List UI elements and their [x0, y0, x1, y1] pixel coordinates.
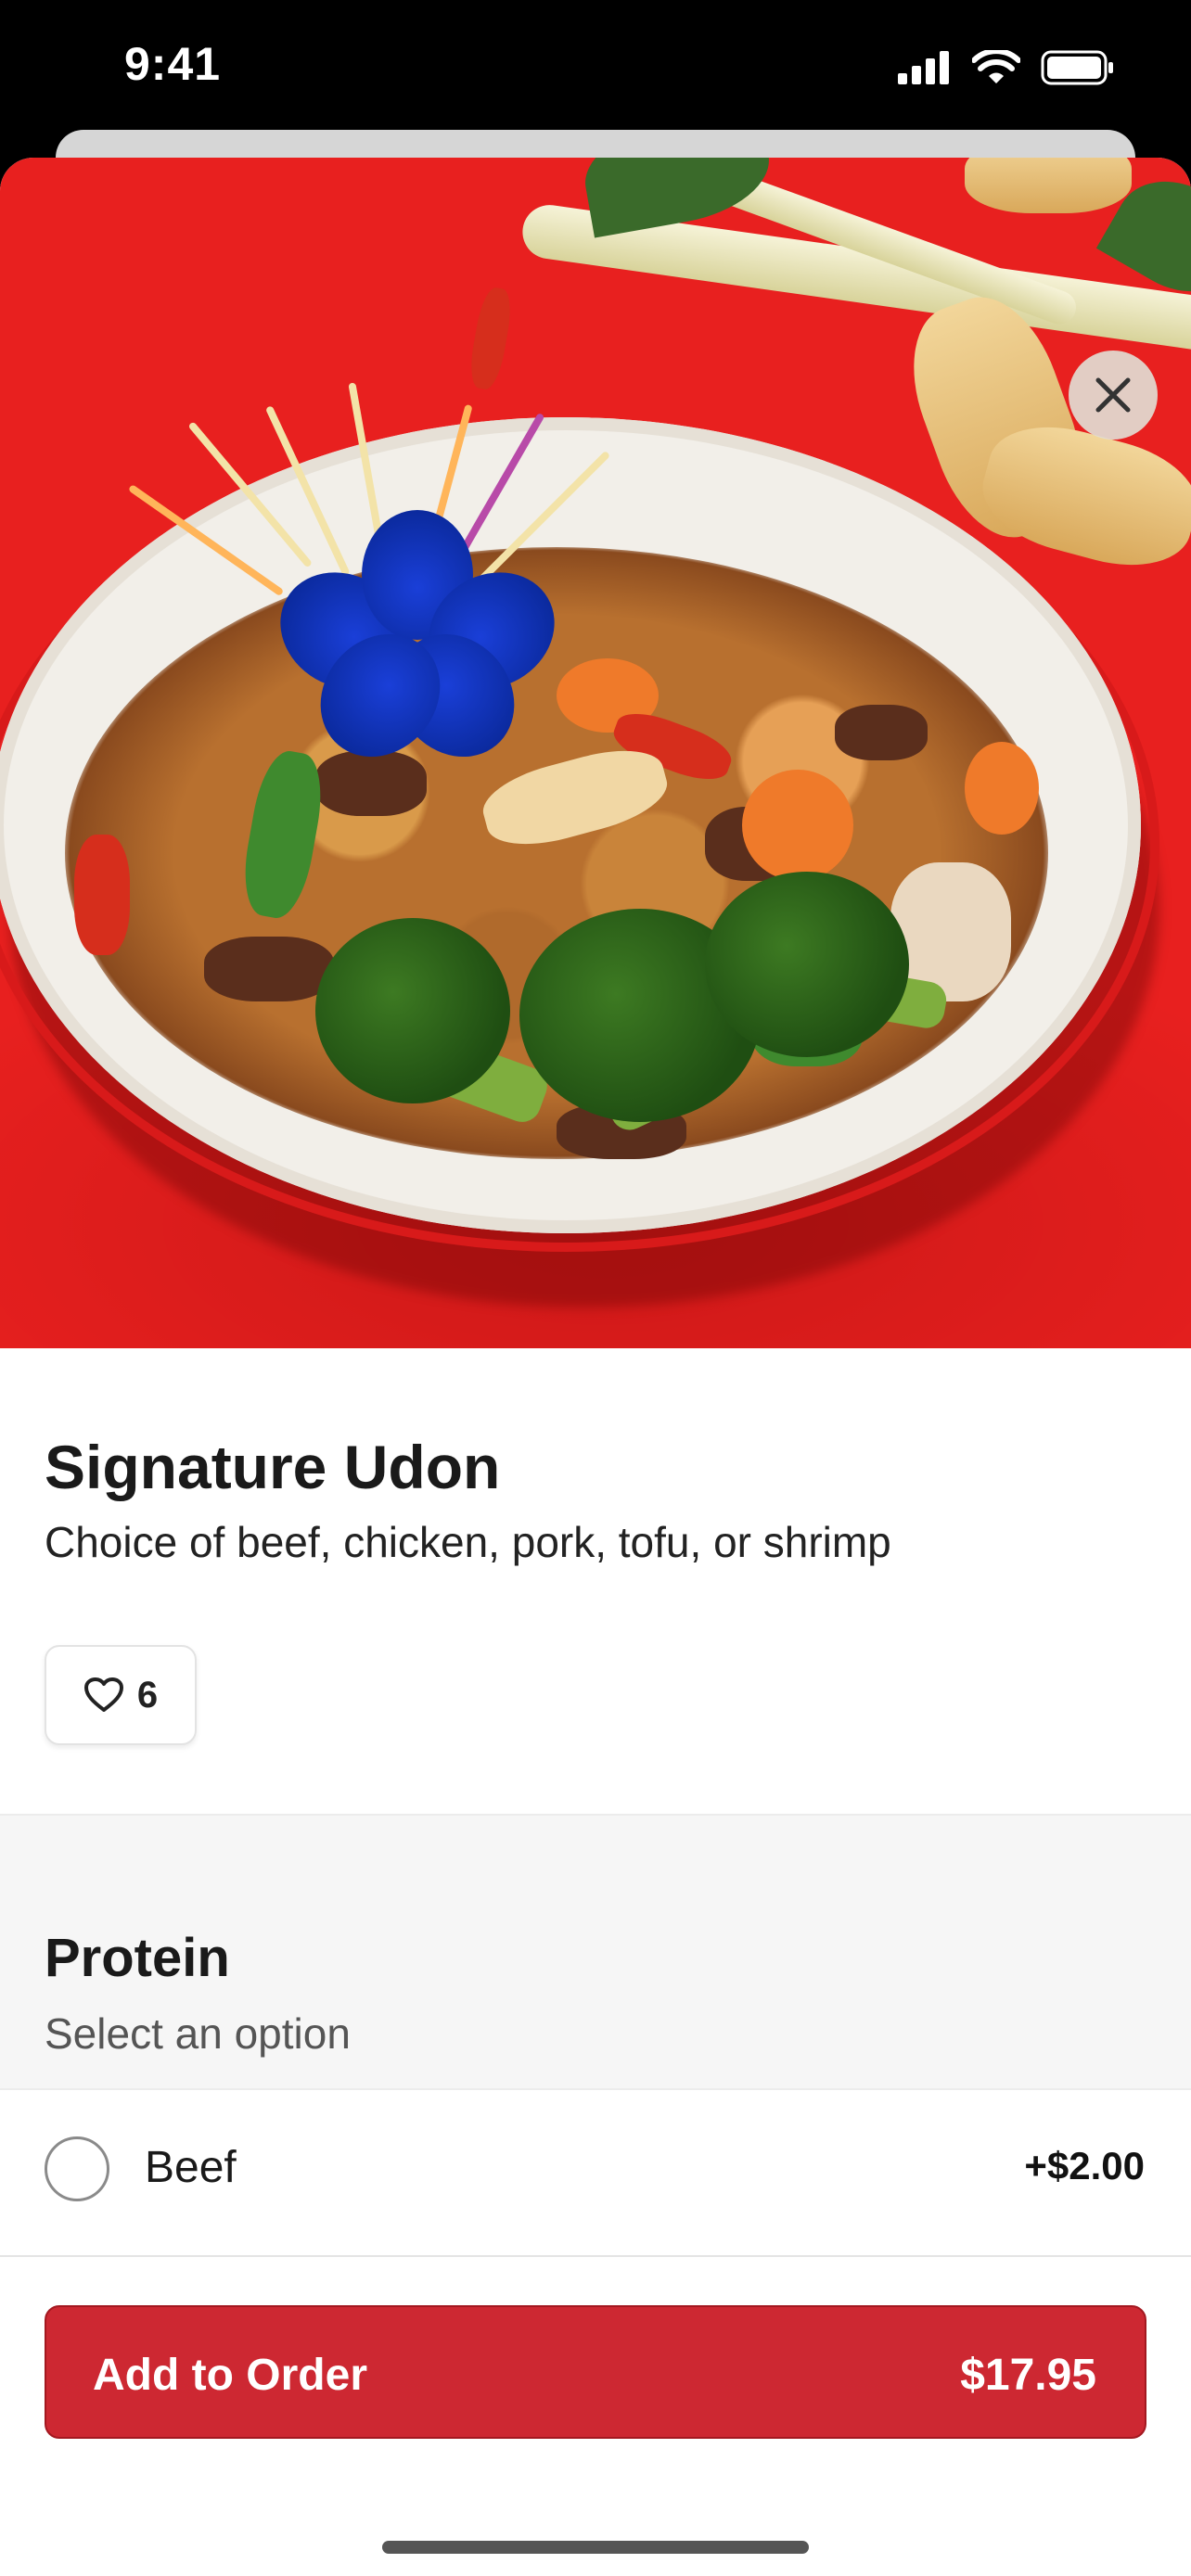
add-to-order-label: Add to Order	[93, 2351, 367, 2400]
carrot-slice	[965, 742, 1039, 835]
ginger-root	[965, 158, 1132, 213]
item-detail-sheet: Signature Udon Choice of beef, chicken, …	[0, 158, 1191, 2576]
close-icon	[1095, 377, 1131, 413]
status-icons	[898, 45, 1115, 91]
carrot-slice	[742, 770, 853, 881]
order-total-price: $17.95	[960, 2351, 1096, 2400]
signal-icon	[898, 51, 949, 84]
home-indicator[interactable]	[382, 2541, 809, 2554]
item-photo	[0, 158, 1191, 1348]
option-group-title: Protein	[45, 1928, 230, 1988]
beef-slice	[204, 937, 334, 1001]
item-description: Choice of beef, chicken, pork, tofu, or …	[45, 1518, 891, 1566]
wifi-icon	[972, 50, 1020, 83]
broccoli-floret	[315, 918, 510, 1103]
chili-pepper	[466, 285, 516, 392]
beef-slice	[835, 705, 928, 760]
item-title: Signature Udon	[45, 1433, 501, 1501]
option-label: Beef	[145, 2143, 237, 2192]
like-count: 6	[136, 1674, 159, 1715]
heart-icon	[83, 1677, 123, 1712]
status-bar: 9:41	[0, 0, 1191, 139]
red-pepper	[74, 835, 130, 955]
status-time: 9:41	[124, 38, 222, 90]
option-group-subtitle: Select an option	[45, 2009, 351, 2058]
orchid-flower	[259, 510, 576, 782]
broccoli-floret	[705, 872, 909, 1057]
add-to-order-button[interactable]: Add to Order $17.95	[45, 2305, 1146, 2439]
beef-slice	[315, 751, 427, 816]
option-price: +$2.00	[1024, 2144, 1145, 2187]
option-row[interactable]: Beef +$2.00	[0, 2090, 1191, 2248]
option-group-header: Protein Select an option	[0, 1814, 1191, 2090]
item-details: Signature Udon Choice of beef, chicken, …	[0, 1348, 1191, 1814]
like-button[interactable]: 6	[45, 1645, 197, 1745]
battery-icon	[1041, 50, 1113, 85]
bottom-action-bar: Add to Order $17.95	[0, 2255, 1191, 2576]
radio-button[interactable]	[45, 2136, 109, 2201]
close-button[interactable]	[1069, 351, 1158, 440]
